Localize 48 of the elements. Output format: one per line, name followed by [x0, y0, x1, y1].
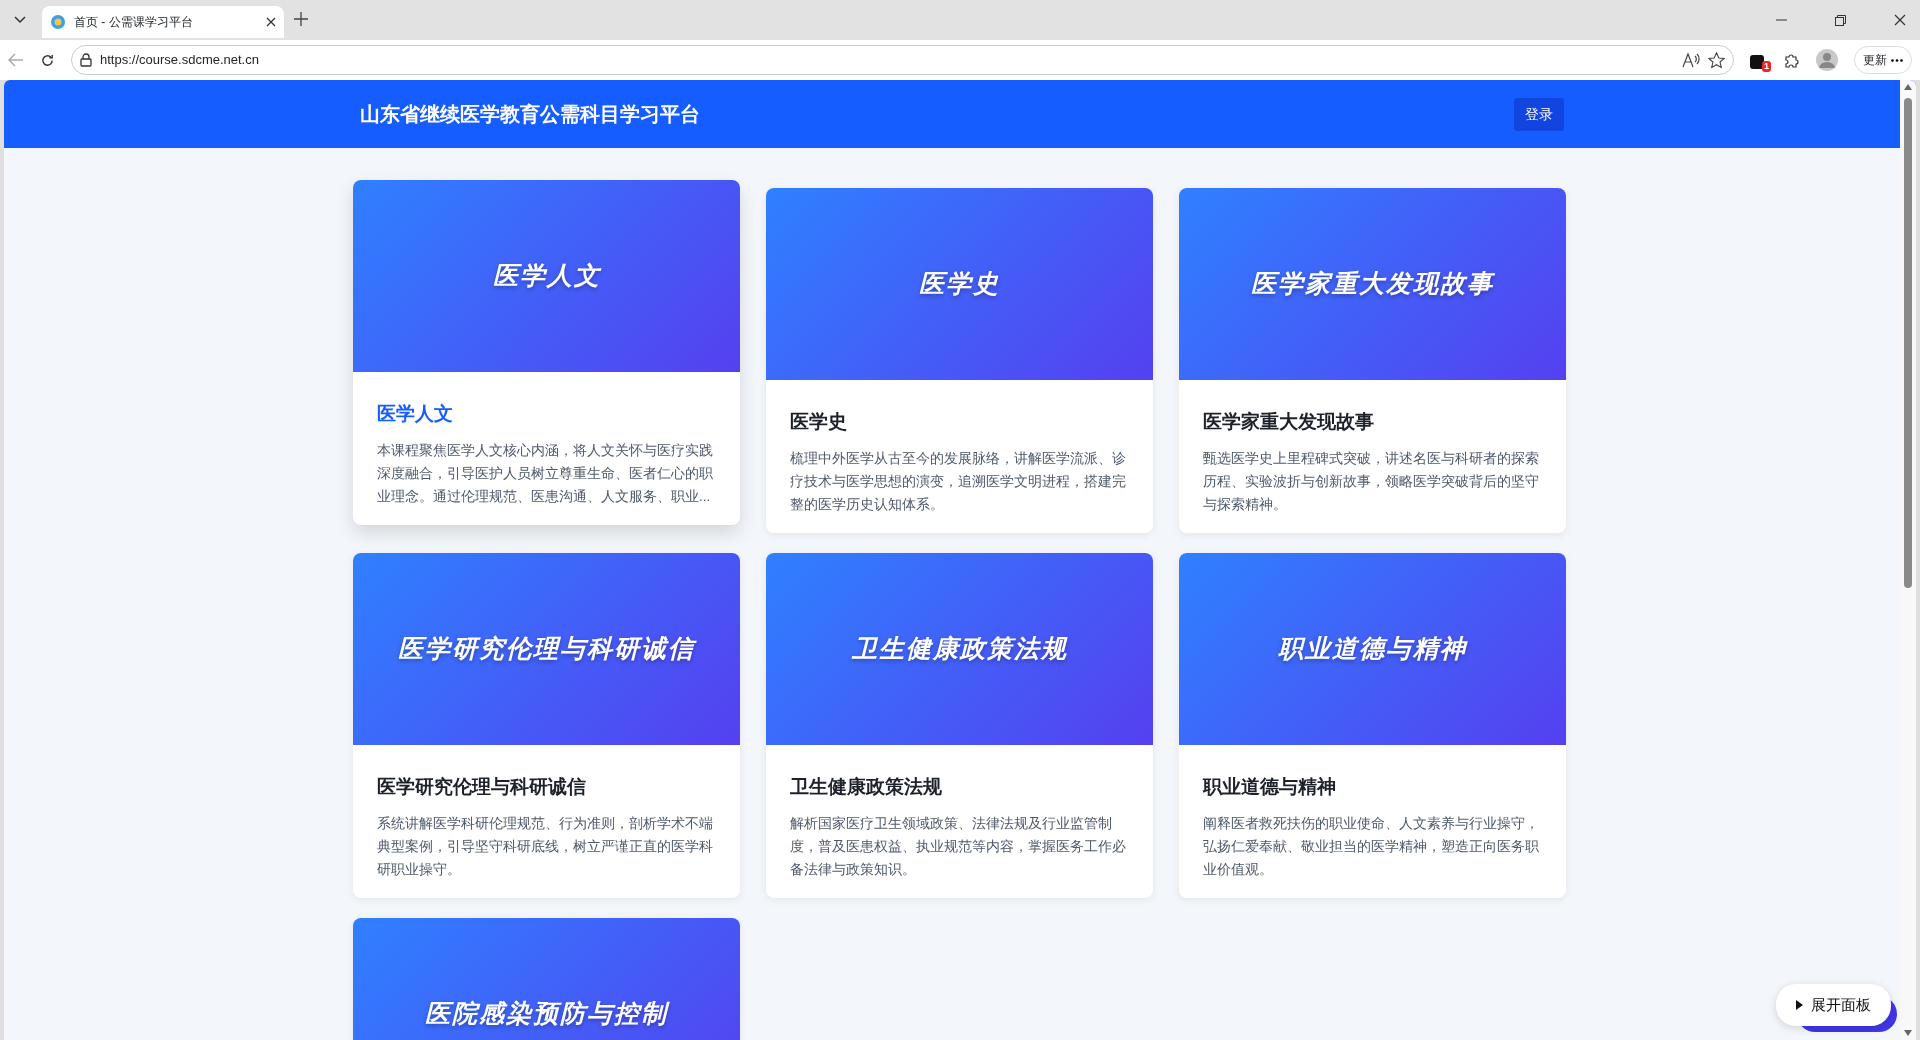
banner-title: 职业道德与精神: [1278, 633, 1467, 665]
close-icon[interactable]: [1894, 14, 1906, 26]
course-card[interactable]: 医学史 医学史 梳理中外医学从古至今的发展脉络，讲解医学流派、诊疗技术与医学思想的演变，追溯医学文明进程，搭建完整的医学历史认知体系。: [766, 188, 1153, 533]
reload-icon[interactable]: [40, 52, 55, 68]
course-description: 甄选医学史上里程碑式突破，讲述名医与科研者的探索历程、实验波折与创新故事，领略医学突破背后的坚守与探索精神。: [1203, 449, 1540, 514]
course-card[interactable]: 医学家重大发现故事 医学家重大发现故事 甄选医学史上里程碑式突破，讲述名医与科研者的探索历程、实验波折与创新故事，领略医学突破背后的坚守与探索精神。: [1179, 188, 1566, 533]
url-text[interactable]: https://course.sdcme.net.cn: [100, 50, 259, 70]
course-card[interactable]: 卫生健康政策法规 卫生健康政策法规 解析国家医疗卫生领域政策、法律法规及行业监管制度，普及医患权益、执业规范等内容，掌握医务工作必备法律与政策知识。: [766, 553, 1153, 898]
course-description: 阐释医者救死扶伤的职业使命、人文素养与行业操守，弘扬仁爱奉献、敬业担当的医学精神，塑造正向医务职业价值观。: [1203, 814, 1540, 879]
course-description: 梳理中外医学从古至今的发展脉络，讲解医学流派、诊疗技术与医学思想的演变，追溯医学文明进程，搭建完整的医学历史认知体系。: [790, 449, 1127, 514]
notification-badge: 1: [1762, 61, 1771, 72]
scroll-up-icon[interactable]: [1904, 84, 1912, 90]
avatar-icon[interactable]: [1816, 49, 1838, 71]
expand-panel-button[interactable]: 展开面板: [1776, 983, 1891, 1026]
site-icon: [50, 14, 66, 30]
scroll-down-icon[interactable]: [1904, 1030, 1912, 1036]
course-card[interactable]: 医院感染预防与控制: [353, 918, 740, 1040]
caret-icon: [1796, 999, 1803, 1010]
banner-title: 医学研究伦理与科研诚信: [398, 633, 695, 665]
login-button[interactable]: 登录: [1514, 97, 1564, 131]
course-title: 医学史: [790, 410, 848, 434]
course-card[interactable]: 职业道德与精神 职业道德与精神 阐释医者救死扶伤的职业使命、人文素养与行业操守，弘扬仁爱奉献、敬业担当的医学精神，塑造正向医务职业价值观。: [1179, 553, 1566, 898]
course-title: 卫生健康政策法规: [790, 775, 943, 799]
more-icon[interactable]: [1891, 58, 1903, 62]
course-title: 职业道德与精神: [1203, 775, 1337, 799]
star-icon[interactable]: [1708, 51, 1725, 69]
new-tab-icon[interactable]: [294, 12, 308, 26]
close-icon[interactable]: [266, 17, 276, 27]
restore-icon[interactable]: [1835, 14, 1846, 26]
course-description: 本课程聚焦医学人文核心内涵，将人文关怀与医疗实践深度融合，引导医护人员树立尊重生命、医者仁心的职业理念。通过伦理规范、医患沟通、人文服务、职业...: [377, 441, 714, 506]
lock-icon[interactable]: [80, 53, 92, 67]
read-aloud-icon[interactable]: [1682, 52, 1700, 68]
banner-title: 卫生健康政策法规: [851, 633, 1068, 665]
banner-title: 医学人文: [492, 260, 601, 292]
site-title: 山东省继续医学教育公需科目学习平台: [360, 102, 700, 127]
banner-title: 医学史: [919, 268, 1000, 300]
course-title: 医学家重大发现故事: [1203, 410, 1375, 434]
banner-title: 医院感染预防与控制: [425, 998, 668, 1030]
puzzle-icon[interactable]: [1784, 52, 1800, 68]
course-description: 解析国家医疗卫生领域政策、法律法规及行业监管制度，普及医患权益、执业规范等内容，掌握医务工作必备法律与政策知识。: [790, 814, 1127, 879]
chevron-down-icon[interactable]: [14, 16, 26, 24]
course-title: 医学研究伦理与科研诚信: [377, 775, 587, 799]
course-title: 医学人文: [377, 402, 454, 426]
course-description: 系统讲解医学科研伦理规范、行为准则，剖析学术不端典型案例，引导坚守科研底线，树立严谨正直的医学科研职业操守。: [377, 814, 714, 879]
banner-title: 医学家重大发现故事: [1251, 268, 1494, 300]
scrollbar-thumb[interactable]: [1904, 98, 1912, 588]
course-card[interactable]: 医学研究伦理与科研诚信 医学研究伦理与科研诚信 系统讲解医学科研伦理规范、行为准则，剖析学术不端典型案例，引导坚守科研底线，树立严谨正直的医学科研职业操守。: [353, 553, 740, 898]
course-card[interactable]: 医学人文 医学人文 本课程聚焦医学人文核心内涵，将人文关怀与医疗实践深度融合，引导医护人员树立尊重生命、医者仁心的职业理念。通过伦理规范、医患沟通、人文服务、职业...: [353, 180, 740, 525]
